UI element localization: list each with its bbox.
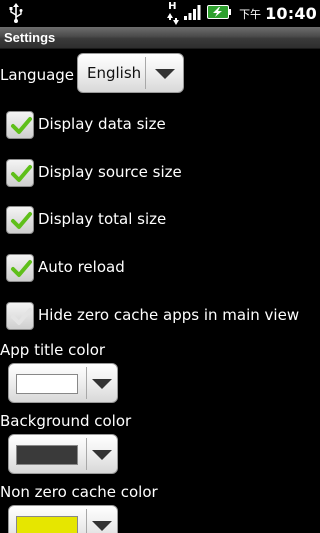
battery-charging-icon <box>207 4 232 23</box>
checkmark-icon <box>11 260 32 277</box>
dropdown-divider <box>86 438 87 470</box>
checkbox-label: Hide zero cache apps in main view <box>38 306 300 324</box>
color-swatch <box>16 445 78 465</box>
dropdown-divider <box>145 57 146 89</box>
non-zero-cache-color-dropdown[interactable] <box>8 505 118 533</box>
network-type-indicator: H <box>166 0 180 26</box>
checkbox[interactable] <box>6 111 34 139</box>
checkmark-icon <box>11 117 32 134</box>
checkbox[interactable] <box>6 206 34 234</box>
checkbox-label: Display data size <box>38 115 166 133</box>
setting-display-data-size[interactable]: Display data size <box>6 111 320 139</box>
page-title: Settings <box>4 30 56 45</box>
clock-time: 10:40 <box>265 4 317 23</box>
data-activity-arrows-icon <box>167 12 180 25</box>
non-zero-cache-color-label: Non zero cache color <box>0 483 158 501</box>
dropdown-divider <box>86 509 87 533</box>
checkmark-faint-icon <box>11 308 32 325</box>
checkbox[interactable] <box>6 302 34 330</box>
dropdown-arrow-icon <box>92 379 112 389</box>
color-swatch <box>16 374 78 394</box>
background-color-label: Background color <box>0 412 132 430</box>
checkbox[interactable] <box>6 159 34 187</box>
setting-display-total-size[interactable]: Display total size <box>6 206 320 234</box>
setting-display-source-size[interactable]: Display source size <box>6 159 320 187</box>
dropdown-arrow-icon <box>155 69 175 79</box>
language-dropdown[interactable]: English <box>77 53 184 93</box>
setting-hide-zero-cache-apps[interactable]: Hide zero cache apps in main view <box>6 302 320 330</box>
color-swatch <box>16 516 78 533</box>
network-type-letter: H <box>168 0 177 12</box>
checkbox[interactable] <box>6 254 34 282</box>
checkmark-icon <box>11 212 32 229</box>
checkbox-label: Display total size <box>38 210 167 228</box>
checkbox-label: Display source size <box>38 163 182 181</box>
checkbox-label: Auto reload <box>38 258 125 276</box>
dropdown-arrow-icon <box>92 521 112 531</box>
background-color-dropdown[interactable] <box>8 434 118 474</box>
app-title-color-dropdown[interactable] <box>8 363 118 403</box>
usb-icon <box>9 3 23 27</box>
language-label: Language <box>0 66 75 84</box>
language-value: English <box>87 64 142 82</box>
app-title-color-label: App title color <box>0 341 106 359</box>
signal-bars-icon <box>184 4 201 24</box>
title-bar: Settings <box>0 27 320 49</box>
dropdown-arrow-icon <box>92 450 112 460</box>
status-bar: H 下午 10:40 <box>0 0 320 27</box>
checkmark-icon <box>11 165 32 182</box>
clock-ampm: 下午 <box>239 7 262 21</box>
setting-auto-reload[interactable]: Auto reload <box>6 254 320 282</box>
dropdown-divider <box>86 367 87 399</box>
